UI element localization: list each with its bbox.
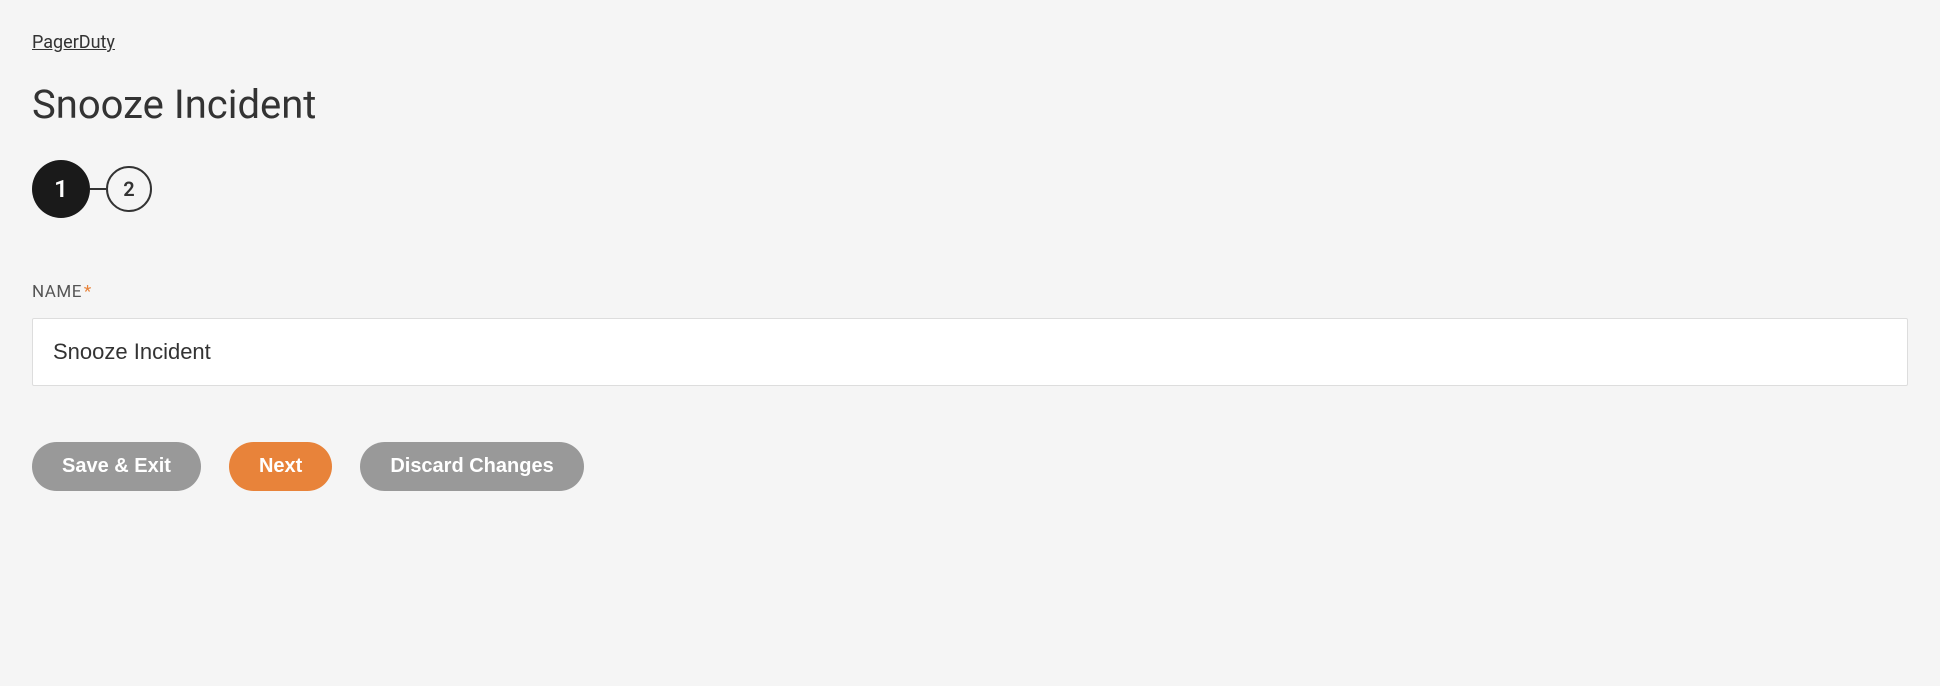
page-title: Snooze Incident xyxy=(32,81,1908,128)
next-button[interactable]: Next xyxy=(229,442,332,491)
name-input[interactable] xyxy=(32,318,1908,386)
breadcrumb-pagerduty[interactable]: PagerDuty xyxy=(32,32,115,53)
form-section-name: NAME* xyxy=(32,282,1908,386)
save-exit-button[interactable]: Save & Exit xyxy=(32,442,201,491)
step-1[interactable]: 1 xyxy=(32,160,90,218)
name-label-text: NAME xyxy=(32,282,82,302)
stepper: 1 2 xyxy=(32,160,1908,218)
step-2[interactable]: 2 xyxy=(106,166,152,212)
button-row: Save & Exit Next Discard Changes xyxy=(32,442,1908,491)
name-label: NAME* xyxy=(32,282,1908,302)
step-connector xyxy=(90,188,106,190)
required-mark: * xyxy=(84,282,92,302)
discard-changes-button[interactable]: Discard Changes xyxy=(360,442,583,491)
